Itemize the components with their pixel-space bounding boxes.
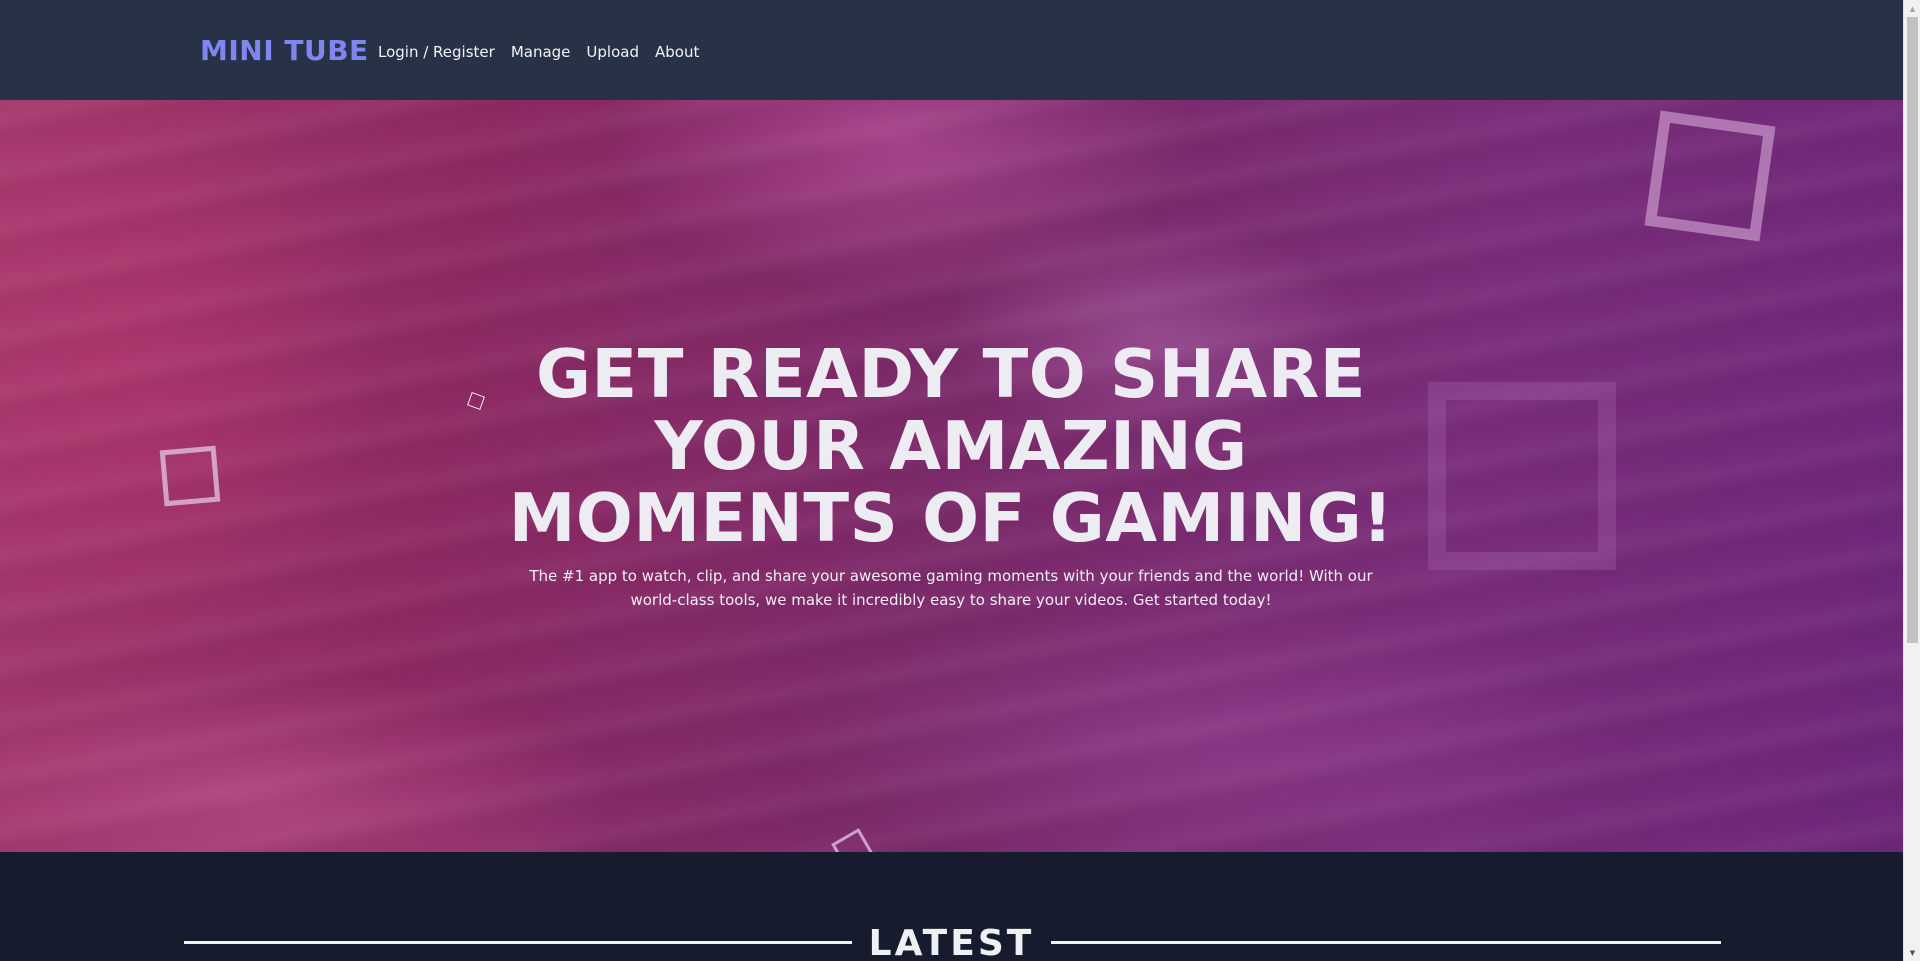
site-header: MINI TUBE Login / Register Manage Upload… xyxy=(0,0,1903,100)
scroll-up-arrow-icon[interactable]: ▲ xyxy=(1904,0,1920,17)
section-divider-line xyxy=(184,941,852,944)
nav-about[interactable]: About xyxy=(655,42,699,62)
hero-subtitle: The #1 app to watch, clip, and share you… xyxy=(529,567,1373,609)
nav-upload[interactable]: Upload xyxy=(586,42,639,62)
decorative-square xyxy=(1428,382,1616,570)
page-scrollbar[interactable]: ▲ ▼ xyxy=(1903,0,1920,961)
brand-logo[interactable]: MINI TUBE xyxy=(200,34,369,68)
hero-banner: GET READY TO SHARE YOUR AMAZING MOMENTS … xyxy=(0,100,1903,852)
scroll-down-arrow-icon[interactable]: ▼ xyxy=(1904,944,1920,961)
main-nav: Login / Register Manage Upload About xyxy=(378,42,699,62)
hero-title-line: GET READY TO SHARE xyxy=(535,335,1367,413)
decorative-square xyxy=(159,445,221,507)
nav-manage[interactable]: Manage xyxy=(511,42,571,62)
nav-login-register[interactable]: Login / Register xyxy=(378,42,495,62)
scrollbar-thumb[interactable] xyxy=(1907,17,1918,643)
hero-title-line: MOMENTS OF GAMING! xyxy=(508,479,1394,557)
hero-title: GET READY TO SHARE YOUR AMAZING MOMENTS … xyxy=(460,338,1442,554)
decorative-square xyxy=(1644,110,1776,242)
hero-title-line: YOUR AMAZING xyxy=(654,407,1248,485)
decorative-square xyxy=(831,828,875,852)
latest-section: LATEST xyxy=(0,852,1903,961)
section-divider-line xyxy=(1051,941,1721,944)
latest-heading: LATEST xyxy=(868,923,1035,961)
